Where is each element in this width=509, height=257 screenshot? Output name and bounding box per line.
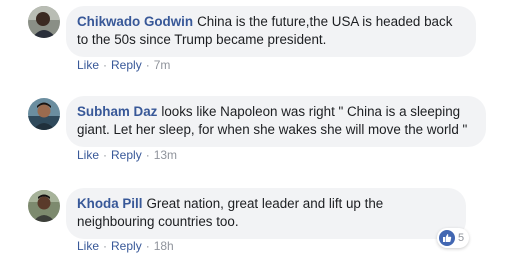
- timestamp[interactable]: 18h: [154, 239, 174, 253]
- comment-author[interactable]: Khoda Pill: [77, 196, 142, 211]
- timestamp[interactable]: 13m: [154, 148, 177, 162]
- separator: ·: [103, 239, 108, 253]
- comment-actions: Like · Reply · 13m: [77, 148, 177, 162]
- comment-actions: Like · Reply · 7m: [77, 58, 170, 72]
- timestamp[interactable]: 7m: [154, 58, 171, 72]
- comment-bubble: Subham Daz looks like Napoleon was right …: [66, 96, 486, 147]
- comment-author[interactable]: Subham Daz: [77, 104, 157, 119]
- user-photo-icon: [28, 190, 60, 222]
- user-photo-icon: [28, 98, 60, 130]
- separator: ·: [103, 148, 108, 162]
- separator: ·: [145, 58, 150, 72]
- reaction-count-badge[interactable]: 5: [437, 228, 470, 248]
- avatar[interactable]: [28, 190, 60, 222]
- user-photo-icon: [28, 6, 60, 38]
- comment-actions: Like · Reply · 18h: [77, 239, 174, 253]
- separator: ·: [103, 58, 108, 72]
- avatar[interactable]: [28, 98, 60, 130]
- thumbs-up-icon: [439, 230, 455, 246]
- comment-list: Chikwado Godwin China is the future,the U…: [0, 0, 509, 257]
- avatar[interactable]: [28, 6, 60, 38]
- comment-bubble: Chikwado Godwin China is the future,the U…: [66, 6, 476, 57]
- reply-link[interactable]: Reply: [111, 148, 142, 162]
- like-link[interactable]: Like: [77, 58, 99, 72]
- comment-author[interactable]: Chikwado Godwin: [77, 14, 193, 29]
- like-link[interactable]: Like: [77, 148, 99, 162]
- separator: ·: [145, 148, 150, 162]
- comment-bubble: Khoda Pill Great nation, great leader and…: [66, 188, 466, 239]
- reply-link[interactable]: Reply: [111, 58, 142, 72]
- like-link[interactable]: Like: [77, 239, 99, 253]
- separator: ·: [145, 239, 150, 253]
- reply-link[interactable]: Reply: [111, 239, 142, 253]
- reaction-count: 5: [458, 232, 465, 244]
